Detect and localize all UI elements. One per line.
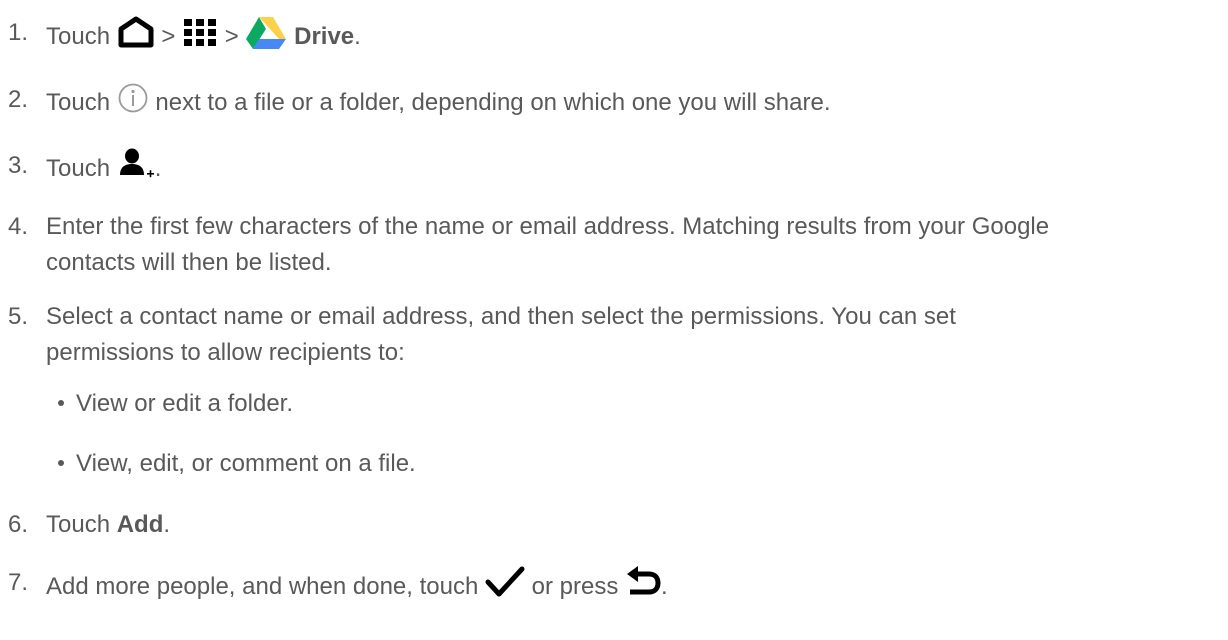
step-number: 6. [8,511,29,538]
period: . [154,154,162,182]
step-number: 2. [8,86,29,113]
step-3-touch-text: Touch [46,154,111,182]
checkmark-icon [485,565,525,610]
step-number: 4. [8,213,29,240]
info-circle-icon [117,82,149,125]
list-item: View or edit a folder. [58,386,1208,422]
step-number: 7. [8,569,29,596]
step-text: Enter the first few characters of the na… [46,209,1221,281]
step-text: Touch . [46,148,1221,191]
bullet-dot [58,399,64,406]
period: . [354,22,361,50]
step-text: Select a contact name or email address, … [46,299,1221,371]
list-item: View, edit, or comment on a file. [58,446,1208,482]
step-text: Add more people, and when done, touch or… [46,565,1221,610]
step-number: 5. [8,303,29,330]
step-6-touch-text: Touch [46,511,111,538]
apps-grid-icon [182,16,218,59]
step-1-touch-text: Touch [46,22,111,50]
step-7-or-press-text: or press [531,572,619,600]
step-5-line-1: Select a contact name or email address, … [46,303,956,330]
step-text: Touch > > Drive. [46,15,1221,60]
bullet-text: View, edit, or comment on a file. [76,450,416,477]
google-drive-icon [245,15,287,60]
step-2-rest-text: next to a file or a folder, depending on… [155,88,831,116]
bullet-dot [58,459,64,466]
step-number: 3. [8,152,29,179]
step-5-line-2: permissions to allow recipients to: [46,339,405,366]
add-label: Add [116,511,164,538]
step-text: Touch Add. [46,507,1221,543]
step-2-touch-text: Touch [46,88,111,116]
home-icon [117,16,155,59]
drive-label: Drive [294,22,355,50]
bullet-text: View or edit a folder. [76,390,294,417]
step-4-line-1: Enter the first few characters of the na… [46,213,1050,240]
back-arrow-icon [625,565,661,610]
separator: > [224,22,239,50]
period: . [163,511,171,538]
step-4-line-2: contacts will then be listed. [46,249,332,276]
period: . [661,572,668,600]
step-text: Touch next to a file or a folder, depend… [46,82,1221,125]
separator: > [161,22,176,50]
step-7-text: Add more people, and when done, touch [46,572,479,600]
step-number: 1. [8,19,29,46]
add-person-icon [117,148,155,191]
